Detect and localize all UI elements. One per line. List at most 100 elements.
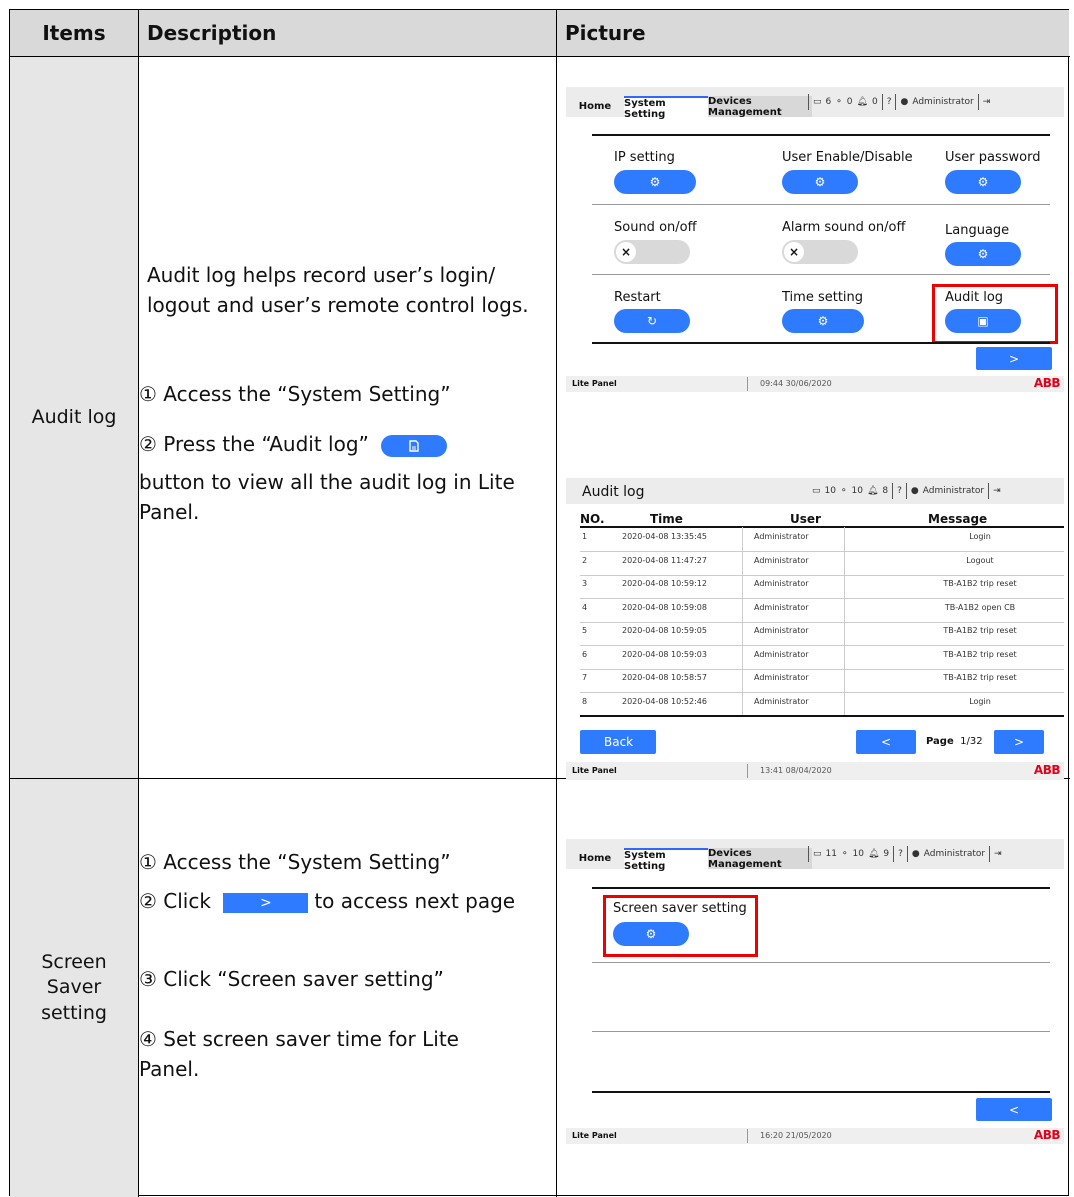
- cell-message: TB-A1B2 open CB: [944, 602, 1016, 612]
- bell-icon: 🔔︎: [866, 486, 879, 496]
- separator: [906, 846, 908, 862]
- audit-log-title: Audit log: [582, 484, 645, 500]
- setting-label-ip: IP setting: [614, 150, 675, 165]
- highlight-box: [932, 284, 1058, 344]
- cell-no: 6: [582, 649, 588, 659]
- separator: [747, 1129, 748, 1143]
- saver-step-3: ③ Click “Screen saver setting”: [139, 967, 444, 991]
- logout-icon[interactable]: ⇥: [983, 97, 991, 107]
- tab-home[interactable]: Home: [570, 848, 620, 869]
- audit-log-table: NO. Time User Message 1 2020-04-08 13:35:…: [580, 512, 1064, 722]
- divider: [556, 10, 557, 1197]
- footer-time: 09:44 30/06/2020: [760, 379, 832, 388]
- setting-label-alarm-sound: Alarm sound on/off: [782, 220, 906, 235]
- cell-user: Administrator: [754, 649, 809, 659]
- next-page-button[interactable]: >: [994, 730, 1044, 754]
- restart-button[interactable]: ↻: [614, 309, 690, 333]
- restart-icon: ↻: [646, 314, 658, 328]
- tab-devices-management[interactable]: Devices Management: [708, 96, 812, 118]
- table-row: 7 2020-04-08 10:58:57 Administrator TB-A1B2…: [580, 669, 1064, 693]
- device-icon: ⚬: [835, 97, 843, 107]
- document-icon: [409, 439, 419, 452]
- back-button[interactable]: Back: [580, 730, 656, 754]
- next-page-button[interactable]: >: [976, 347, 1052, 370]
- description-audit-log: Audit log helps record user’s login/ log…: [139, 57, 555, 778]
- gear-icon: ⚙: [817, 314, 829, 328]
- footer: Lite Panel 13:41 08/04/2020 ABB: [566, 762, 1064, 780]
- monitor-icon: ▭: [812, 486, 821, 496]
- separator: [892, 483, 894, 499]
- cell-user: Administrator: [754, 602, 809, 612]
- column-header-time: Time: [650, 512, 683, 526]
- monitor-icon: ▭: [813, 97, 822, 107]
- status-bar: ▭ 6 ⚬ 0 🔔︎ 0 ? ● Administrator ⇥: [808, 94, 990, 110]
- cell-user: Administrator: [754, 626, 809, 635]
- tab-system-setting[interactable]: System Setting: [624, 848, 708, 872]
- footer-panel-name: Lite Panel: [572, 766, 617, 775]
- setting-label-restart: Restart: [614, 290, 661, 305]
- cell-time: 2020-04-08 10:59:12: [622, 579, 707, 588]
- table-row: 6 2020-04-08 10:59:03 Administrator TB-A1B2…: [580, 646, 1064, 670]
- column-header-user: User: [790, 512, 821, 526]
- logout-icon[interactable]: ⇥: [994, 849, 1002, 859]
- time-setting-button[interactable]: ⚙: [782, 309, 864, 333]
- cell-message: TB-A1B2 trip reset: [943, 626, 1017, 635]
- user-enable-button[interactable]: ⚙: [782, 170, 858, 194]
- separator: [989, 846, 991, 862]
- gear-icon: ⚙: [977, 175, 989, 189]
- table-row: 1 2020-04-08 13:35:45 Administrator Login: [580, 528, 1064, 552]
- setting-label-user-enable: User Enable/Disable: [782, 150, 913, 165]
- audit-step-1: ① Access the “System Setting”: [139, 382, 451, 406]
- manual-table: Items Description Picture Audit log Scre…: [9, 9, 1070, 1197]
- separator: [747, 377, 748, 391]
- tab-devices-management[interactable]: Devices Management: [708, 848, 812, 870]
- setting-label-language: Language: [945, 223, 1010, 238]
- table-row: 2 2020-04-08 11:47:27 Administrator Logout: [580, 552, 1064, 576]
- help-icon[interactable]: ?: [887, 97, 892, 107]
- table-row: 3 2020-04-08 10:59:12 Administrator TB-A1B2…: [580, 575, 1064, 599]
- column-header-message: Message: [928, 512, 988, 526]
- page-indicator: Page 1/32: [926, 736, 983, 747]
- footer-time: 13:41 08/04/2020: [760, 766, 832, 775]
- sound-toggle[interactable]: ×: [614, 240, 690, 264]
- table-row: 5 2020-04-08 10:59:05 Administrator TB-A1B2…: [580, 622, 1064, 646]
- cell-user: Administrator: [754, 696, 809, 706]
- audit-step-2: ② Press the “Audit log”: [139, 429, 448, 459]
- logout-icon[interactable]: ⇥: [993, 486, 1001, 496]
- audit-log-inline-button: [381, 434, 448, 457]
- ip-setting-button[interactable]: ⚙: [614, 170, 696, 194]
- cell-time: 2020-04-08 10:59:08: [622, 602, 707, 612]
- help-icon[interactable]: ?: [898, 849, 903, 859]
- cell-no: 5: [582, 626, 588, 635]
- header-description: Description: [138, 10, 556, 56]
- help-icon[interactable]: ?: [897, 486, 902, 496]
- tab-system-setting[interactable]: System Setting: [624, 96, 708, 120]
- monitor-icon: ▭: [813, 849, 822, 859]
- device-icon: ⚬: [839, 486, 848, 496]
- divider: [592, 134, 1050, 136]
- gear-icon: ⚙: [814, 175, 826, 189]
- saver-step-2: ② Click > to access next page: [139, 889, 516, 913]
- highlight-box: [603, 895, 758, 957]
- next-inline-button: >: [223, 892, 309, 913]
- previous-page-button[interactable]: <: [856, 730, 916, 754]
- cell-message: Login: [969, 532, 991, 541]
- separator: [808, 94, 809, 110]
- screenshot-screen-saver: Home System Setting Devices Management ▭…: [566, 839, 1064, 1144]
- cell-user: Administrator: [754, 555, 809, 565]
- cell-no: 1: [582, 532, 588, 541]
- separator: [905, 483, 907, 499]
- separator: [895, 94, 897, 110]
- alarm-sound-toggle[interactable]: ×: [782, 240, 858, 264]
- user-password-button[interactable]: ⚙: [945, 170, 1021, 194]
- status-bar: ▭ 10 ⚬ 10 🔔︎ 8 ? ● Administrator ⇥: [812, 483, 1001, 499]
- footer: Lite Panel 16:20 21/05/2020 ABB: [566, 1128, 1064, 1144]
- language-button[interactable]: ⚙: [945, 242, 1021, 266]
- footer-panel-name: Lite Panel: [572, 1131, 617, 1140]
- previous-page-button[interactable]: <: [976, 1098, 1052, 1121]
- saver-step-4: ④ Set screen saver time for Lite Panel.: [139, 1027, 459, 1081]
- separator: [988, 483, 990, 499]
- tab-home[interactable]: Home: [570, 96, 620, 117]
- header-picture: Picture: [556, 10, 1069, 56]
- user-icon: ●: [911, 849, 920, 859]
